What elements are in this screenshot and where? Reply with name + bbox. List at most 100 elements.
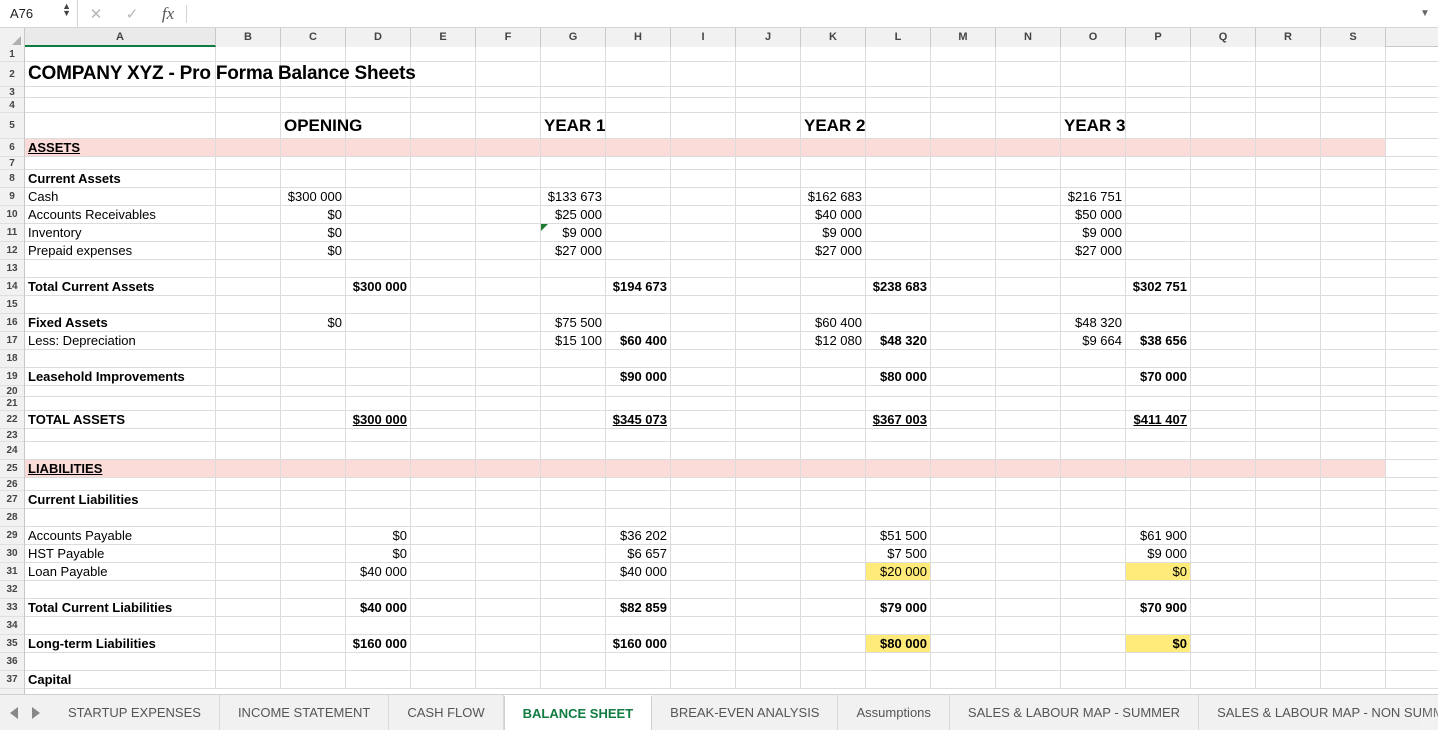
cell-q24[interactable] (1191, 442, 1256, 459)
cell-d25[interactable] (346, 460, 411, 477)
column-header-n[interactable]: N (996, 28, 1061, 47)
cell-n13[interactable] (996, 260, 1061, 277)
cell-m29[interactable] (931, 527, 996, 544)
cell-b27[interactable] (216, 491, 281, 508)
cell-q32[interactable] (1191, 581, 1256, 598)
cell-o27[interactable] (1061, 491, 1126, 508)
cell-r8[interactable] (1256, 170, 1321, 187)
cell-k6[interactable] (801, 139, 866, 156)
cell-b33[interactable] (216, 599, 281, 616)
cell-j18[interactable] (736, 350, 801, 367)
cell-m22[interactable] (931, 411, 996, 428)
cell-n29[interactable] (996, 527, 1061, 544)
cell-a34[interactable] (25, 617, 216, 634)
cell-f13[interactable] (476, 260, 541, 277)
cell-h11[interactable] (606, 224, 671, 241)
cell-f19[interactable] (476, 368, 541, 385)
row-header-20[interactable]: 20 (0, 386, 24, 397)
cell-p10[interactable] (1126, 206, 1191, 223)
cell-o31[interactable] (1061, 563, 1126, 580)
row-header-31[interactable]: 31 (0, 563, 24, 581)
label-less-depreciation[interactable]: Less: Depreciation (25, 332, 216, 349)
cell-n10[interactable] (996, 206, 1061, 223)
cell-e14[interactable] (411, 278, 476, 295)
cell-k7[interactable] (801, 157, 866, 169)
cell-a26[interactable] (25, 478, 216, 490)
select-all-corner[interactable] (0, 28, 25, 47)
cell-q13[interactable] (1191, 260, 1256, 277)
cell-r23[interactable] (1256, 429, 1321, 441)
cell-k24[interactable] (801, 442, 866, 459)
cell-i2[interactable] (671, 62, 736, 86)
cell-g3[interactable] (541, 87, 606, 97)
cell-k1[interactable] (801, 47, 866, 61)
cell-n7[interactable] (996, 157, 1061, 169)
cell-i35[interactable] (671, 635, 736, 652)
cell-m24[interactable] (931, 442, 996, 459)
cell-r17[interactable] (1256, 332, 1321, 349)
cell-i14[interactable] (671, 278, 736, 295)
cell-r31[interactable] (1256, 563, 1321, 580)
cell-i23[interactable] (671, 429, 736, 441)
row-header-21[interactable]: 21 (0, 397, 24, 411)
cell-d15[interactable] (346, 296, 411, 313)
cell-f34[interactable] (476, 617, 541, 634)
cell-s7[interactable] (1321, 157, 1386, 169)
cell-d19[interactable] (346, 368, 411, 385)
cell-f4[interactable] (476, 98, 541, 112)
cell-f35[interactable] (476, 635, 541, 652)
cell-j37[interactable] (736, 671, 801, 688)
cell-j5[interactable] (736, 113, 801, 138)
cell-n17[interactable] (996, 332, 1061, 349)
cell-c21[interactable] (281, 397, 346, 410)
value-hst-payable-year3[interactable]: $9 000 (1126, 545, 1191, 562)
cell-c17[interactable] (281, 332, 346, 349)
cell-p9[interactable] (1126, 188, 1191, 205)
cell-q23[interactable] (1191, 429, 1256, 441)
cell-q16[interactable] (1191, 314, 1256, 331)
cell-k2[interactable] (801, 62, 866, 86)
cell-i20[interactable] (671, 386, 736, 396)
cell-r18[interactable] (1256, 350, 1321, 367)
value-prepaid-expenses-year2[interactable]: $27 000 (801, 242, 866, 259)
value-leasehold-improvements-year3[interactable]: $70 000 (1126, 368, 1191, 385)
cell-j25[interactable] (736, 460, 801, 477)
cell-l9[interactable] (866, 188, 931, 205)
cell-j31[interactable] (736, 563, 801, 580)
row-header-28[interactable]: 28 (0, 509, 24, 527)
row-header-36[interactable]: 36 (0, 653, 24, 671)
value-cash-opening[interactable]: $300 000 (281, 188, 346, 205)
cell-b30[interactable] (216, 545, 281, 562)
label-cash[interactable]: Cash (25, 188, 216, 205)
cell-r5[interactable] (1256, 113, 1321, 138)
cell-k28[interactable] (801, 509, 866, 526)
cell-a7[interactable] (25, 157, 216, 169)
value-total-assets-year1[interactable]: $345 073 (606, 411, 671, 428)
cell-l10[interactable] (866, 206, 931, 223)
cell-s37[interactable] (1321, 671, 1386, 688)
cell-i15[interactable] (671, 296, 736, 313)
cell-b35[interactable] (216, 635, 281, 652)
cell-s1[interactable] (1321, 47, 1386, 61)
cell-i33[interactable] (671, 599, 736, 616)
cell-a36[interactable] (25, 653, 216, 670)
spinner-down-icon[interactable]: ▼ (62, 9, 71, 18)
cell-e34[interactable] (411, 617, 476, 634)
section-header-liabilities[interactable]: LIABILITIES (25, 460, 216, 477)
cell-e31[interactable] (411, 563, 476, 580)
cell-q34[interactable] (1191, 617, 1256, 634)
cell-p3[interactable] (1126, 87, 1191, 97)
header-year-3[interactable]: YEAR 3 (1061, 113, 1126, 138)
cell-r37[interactable] (1256, 671, 1321, 688)
cell-q21[interactable] (1191, 397, 1256, 410)
cell-d13[interactable] (346, 260, 411, 277)
row-header-19[interactable]: 19 (0, 368, 24, 386)
cell-m16[interactable] (931, 314, 996, 331)
value-total-current-assets-year1[interactable]: $194 673 (606, 278, 671, 295)
cell-s18[interactable] (1321, 350, 1386, 367)
cell-l3[interactable] (866, 87, 931, 97)
value-depreciation-year2[interactable]: $12 080 (801, 332, 866, 349)
value-fixed-assets-year3[interactable]: $48 320 (1061, 314, 1126, 331)
cell-h3[interactable] (606, 87, 671, 97)
cell-o28[interactable] (1061, 509, 1126, 526)
